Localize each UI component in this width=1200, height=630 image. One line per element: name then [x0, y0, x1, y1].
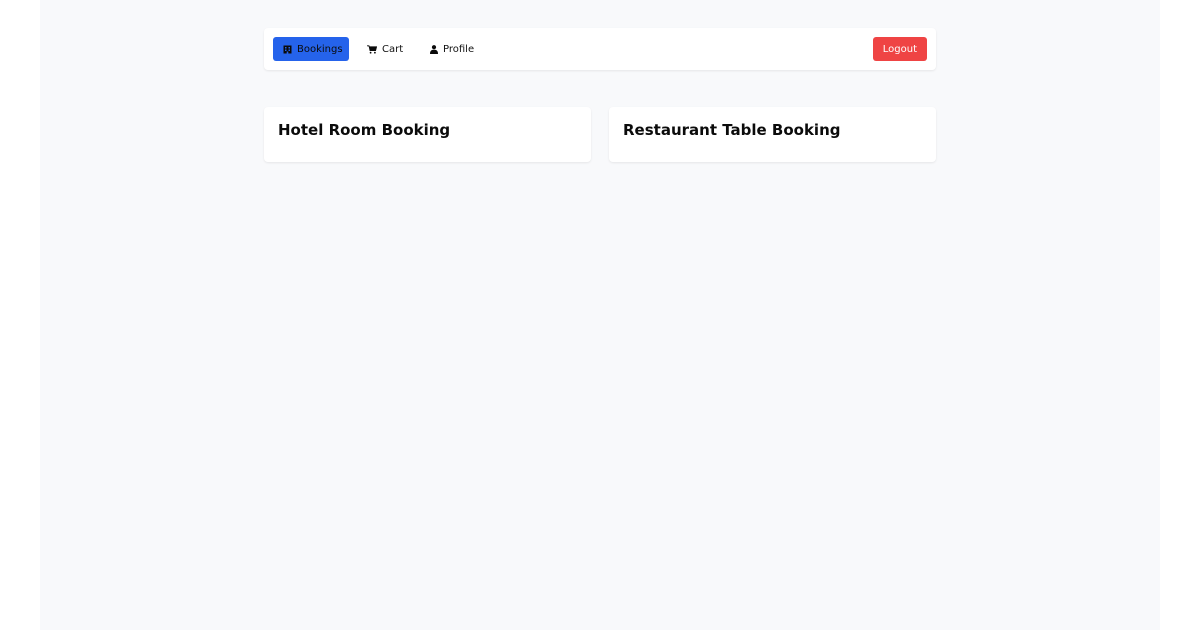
nav-bookings-label: Bookings: [297, 43, 343, 55]
top-navbar: Bookings Cart Profile Logout: [264, 28, 936, 70]
hotel-room-booking-card[interactable]: Hotel Room Booking: [264, 107, 591, 162]
logout-button[interactable]: Logout: [872, 37, 927, 61]
nav-bookings-button[interactable]: Bookings: [273, 37, 349, 61]
nav-cart-label: Cart: [382, 43, 404, 55]
nav-profile-button[interactable]: Profile: [420, 37, 484, 61]
nav-cart-button[interactable]: Cart: [357, 37, 413, 61]
page-background: Bookings Cart Profile Logout Hotel Room …: [40, 0, 1160, 630]
restaurant-table-booking-card[interactable]: Restaurant Table Booking: [609, 107, 936, 162]
card-title: Restaurant Table Booking: [623, 121, 841, 139]
cart-icon: [367, 44, 377, 54]
card-title: Hotel Room Booking: [278, 121, 451, 139]
user-icon: [430, 44, 438, 54]
building-icon: [283, 45, 292, 54]
nav-profile-label: Profile: [443, 43, 475, 55]
